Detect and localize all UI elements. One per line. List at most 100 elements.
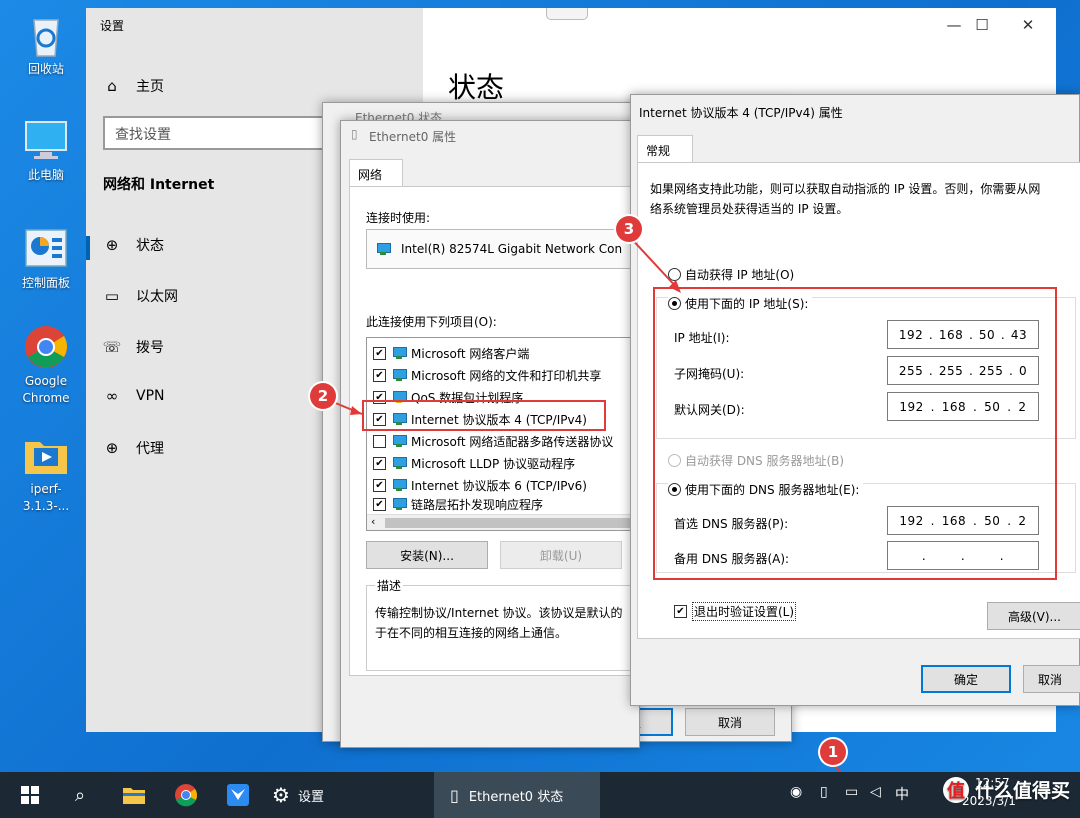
selection-indicator	[86, 236, 90, 260]
item-label: Microsoft 网络客户端	[411, 345, 529, 362]
list-item[interactable]: 链路层拓扑发现响应程序	[373, 496, 543, 512]
ime-indicator[interactable]: 中	[895, 784, 909, 804]
iperf-shortcut[interactable]: iperf-3.1.3-...	[8, 432, 84, 515]
item-label: Microsoft LLDP 协议驱动程序	[411, 455, 575, 472]
nav-home[interactable]: ⌂ 主页	[102, 76, 164, 96]
scroll-left-icon[interactable]: ‹	[371, 515, 375, 528]
checkbox[interactable]	[373, 347, 386, 360]
horizontal-scrollbar[interactable]: ‹	[367, 514, 642, 530]
list-item[interactable]: Microsoft 网络客户端	[373, 342, 529, 364]
tab-network[interactable]: 网络	[349, 159, 403, 187]
network-icon	[391, 368, 407, 382]
control-panel-shortcut[interactable]: 控制面板	[8, 226, 84, 292]
control-panel-label: 控制面板	[8, 275, 84, 292]
list-item[interactable]: Internet 协议版本 6 (TCP/IPv6)	[373, 474, 587, 496]
ip-settings-highlight-box	[653, 287, 1057, 580]
volume-muted-icon[interactable]: ◁	[870, 784, 881, 800]
network-adapter-icon: ▯	[450, 786, 459, 805]
props-dialog-title: Ethernet0 属性	[369, 128, 456, 145]
step-marker-3: 3	[616, 216, 642, 242]
nav-proxy-label: 代理	[136, 438, 164, 458]
nav-home-label: 主页	[136, 76, 164, 96]
section-heading: 网络和 Internet	[103, 174, 214, 194]
status-cancel-button[interactable]: 取消	[685, 708, 775, 736]
search-icon[interactable]: ⌕	[64, 772, 96, 818]
ethernet-icon: ▭	[102, 287, 122, 305]
dialup-icon: ☏	[102, 338, 122, 356]
checkbox[interactable]	[373, 369, 386, 382]
items-label: 此连接使用下列项目(O):	[366, 313, 497, 330]
ipv4-highlight-box	[362, 400, 606, 431]
list-item[interactable]: Microsoft 网络的文件和打印机共享	[373, 364, 601, 386]
maximize-button[interactable]: ☐	[962, 16, 1002, 34]
ipv4-cancel-button[interactable]: 取消	[1023, 665, 1080, 693]
taskbar-settings-label: 设置	[298, 786, 324, 805]
nav-status-label: 状态	[136, 235, 164, 255]
chrome-tray-icon[interactable]: ◉	[790, 784, 802, 800]
ipv4-ok-button[interactable]: 确定	[921, 665, 1011, 693]
checkbox[interactable]	[373, 457, 386, 470]
chrome-taskbar-icon[interactable]	[170, 772, 202, 818]
checkbox[interactable]	[373, 435, 386, 448]
auto-ip-label: 自动获得 IP 地址(O)	[685, 266, 794, 283]
nav-vpn[interactable]: ∞ VPN	[102, 387, 165, 405]
validate-checkbox[interactable]: 退出时验证设置(L)	[674, 602, 796, 621]
step-marker-2: 2	[310, 383, 336, 409]
chrome-shortcut[interactable]: Google Chrome	[8, 324, 84, 407]
protocol-icon	[391, 456, 407, 470]
taskbar-ethernet-status[interactable]: ▯ Ethernet0 状态	[434, 772, 600, 818]
gear-icon: ⚙	[272, 783, 290, 807]
globe-icon: ⊕	[102, 236, 122, 254]
taskbar-settings[interactable]: ⚙ 设置	[272, 772, 412, 818]
watermark: 值 什么值得买	[943, 776, 1070, 803]
adapter-field: Intel(R) 82574L Gigabit Network Con	[366, 229, 636, 269]
start-button[interactable]	[14, 772, 46, 818]
folder-icon	[22, 432, 70, 478]
page-title: 状态	[448, 66, 504, 106]
iperf-label: iperf-3.1.3-...	[8, 481, 84, 515]
advanced-button[interactable]: 高级(V)...	[987, 602, 1080, 630]
window-snap-handle[interactable]	[546, 8, 588, 20]
taskbar: ⌕ ⚙ 设置 ▯ Ethernet0 状态 ◉ ▯ ▭ ◁ 中 12:57 20…	[0, 772, 1080, 818]
chrome-label: Google Chrome	[8, 373, 84, 407]
checkbox[interactable]	[674, 605, 687, 618]
usb-tray-icon[interactable]: ▯	[820, 784, 828, 800]
this-pc-label: 此电脑	[8, 167, 84, 184]
tab-general[interactable]: 常规	[637, 135, 693, 163]
nav-ethernet[interactable]: ▭ 以太网	[102, 286, 178, 306]
radio-button[interactable]	[668, 268, 681, 281]
file-explorer-icon[interactable]	[118, 772, 150, 818]
network-adapter-icon: ▯	[351, 127, 358, 141]
vpn-icon: ∞	[102, 387, 122, 405]
taskbar-ethernet-label: Ethernet0 状态	[469, 786, 563, 805]
watermark-logo: 值	[943, 777, 969, 803]
item-label: Microsoft 网络的文件和打印机共享	[411, 367, 601, 384]
list-item[interactable]: Microsoft LLDP 协议驱动程序	[373, 452, 575, 474]
checkbox[interactable]	[373, 498, 386, 511]
app-taskbar-icon[interactable]	[222, 772, 254, 818]
validate-label: 退出时验证设置(L)	[692, 602, 796, 621]
item-label: 链路层拓扑发现响应程序	[411, 496, 543, 512]
step-marker-1: 1	[820, 739, 846, 765]
nav-ethernet-label: 以太网	[136, 286, 178, 306]
scroll-thumb[interactable]	[385, 518, 635, 528]
network-tray-icon[interactable]: ▭	[845, 784, 858, 800]
items-list[interactable]: Microsoft 网络客户端 Microsoft 网络的文件和打印机共享 Qo…	[366, 337, 642, 531]
settings-title: 设置	[100, 17, 124, 34]
nav-proxy[interactable]: ⊕ 代理	[102, 438, 164, 458]
recycle-bin-shortcut[interactable]: 回收站	[8, 12, 84, 78]
intro-text-1: 如果网络支持此功能，则可以获取自动指派的 IP 设置。否则，你需要从网	[650, 180, 1040, 197]
adapter-icon	[375, 242, 391, 256]
uninstall-button: 卸载(U)	[500, 541, 622, 569]
auto-ip-radio[interactable]: 自动获得 IP 地址(O)	[668, 266, 794, 283]
list-item[interactable]: Microsoft 网络适配器多路传送器协议	[373, 430, 613, 452]
nav-dialup-label: 拨号	[136, 337, 164, 357]
chrome-icon	[22, 324, 70, 370]
this-pc-shortcut[interactable]: 此电脑	[8, 118, 84, 184]
install-button[interactable]: 安装(N)...	[366, 541, 488, 569]
nav-dialup[interactable]: ☏ 拨号	[102, 337, 164, 357]
close-button[interactable]: ✕	[1008, 16, 1048, 34]
nav-status[interactable]: ⊕ 状态	[102, 235, 164, 255]
checkbox[interactable]	[373, 479, 386, 492]
watermark-text: 什么值得买	[975, 776, 1070, 803]
